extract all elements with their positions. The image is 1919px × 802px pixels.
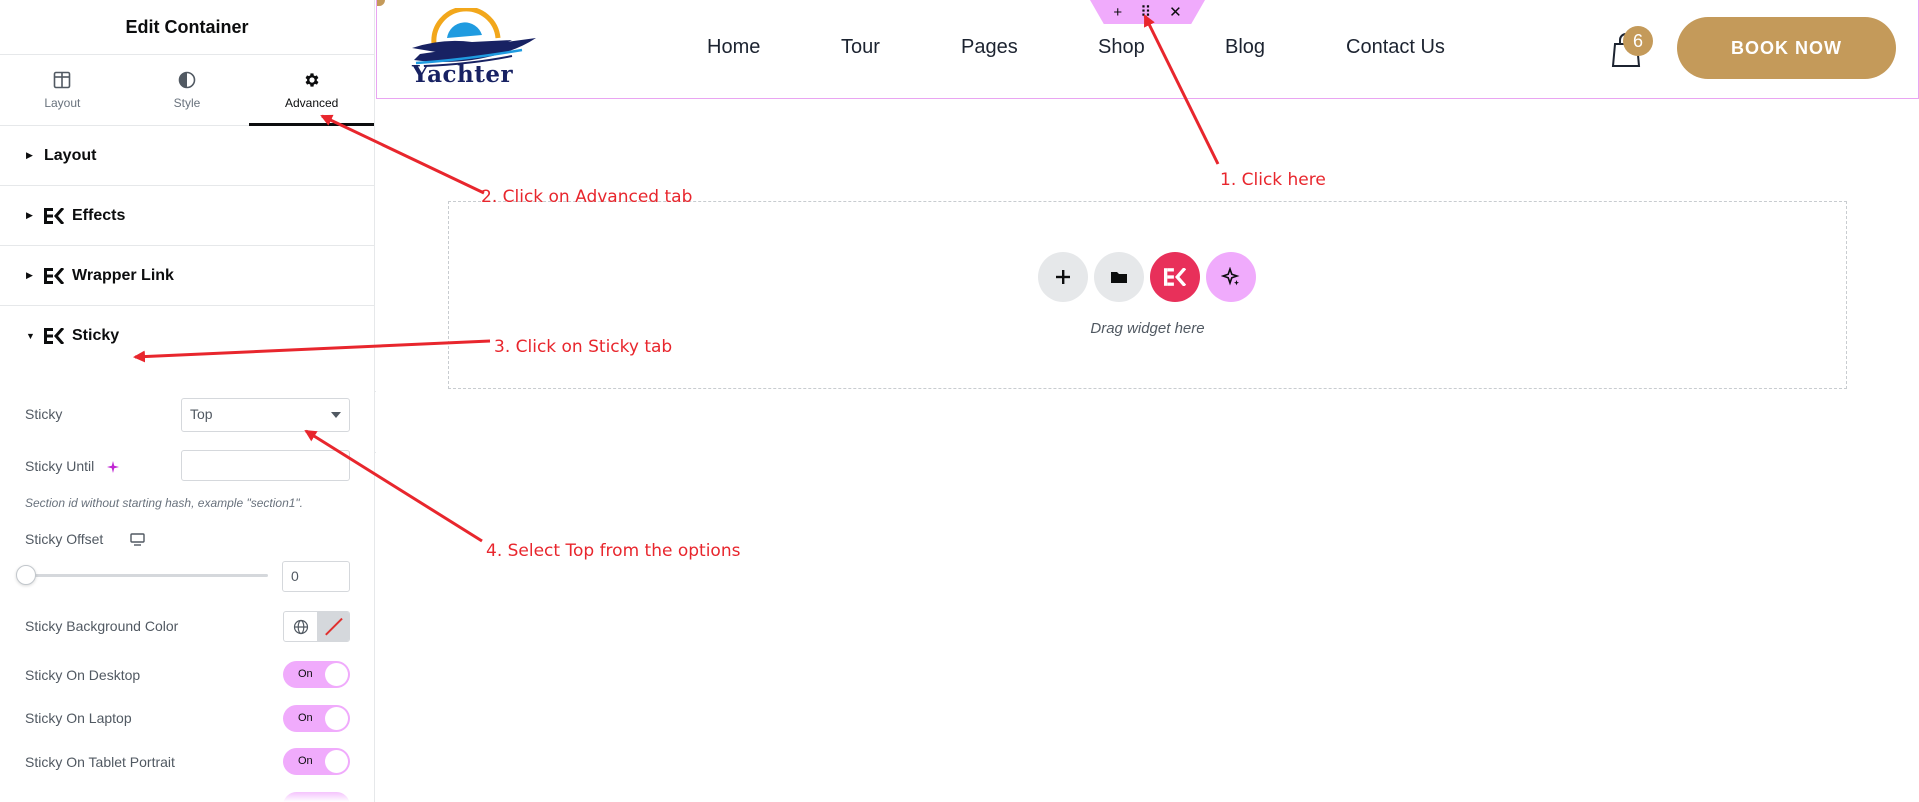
toggle-knob [325, 663, 348, 686]
sticky-until-hint: Section id without starting hash, exampl… [25, 496, 304, 510]
toggle-knob [325, 750, 348, 773]
section-sticky[interactable]: ▼ Sticky [0, 306, 374, 366]
annotation-step-4: 4. Select Top from the options [486, 541, 741, 561]
nav-shop[interactable]: Shop [1098, 36, 1145, 59]
sticky-bg-color-picker[interactable] [283, 611, 350, 642]
elementor-pro-icon [44, 328, 64, 344]
chevron-down-icon [331, 412, 341, 418]
elementor-pro-icon [44, 207, 64, 224]
sticky-until-input[interactable] [181, 450, 350, 481]
container-toolbar: + ⠿ ✕ [1090, 0, 1205, 24]
sticky-bg-color-label: Sticky Background Color [25, 618, 179, 634]
logo-text: Yachter [412, 61, 514, 88]
annotation-step-3: 3. Click on Sticky tab [494, 337, 673, 357]
half-circle-icon [177, 70, 197, 90]
site-header-container[interactable]: Yachter Home Tour Pages Shop Blog Contac… [376, 0, 1919, 99]
nav-blog[interactable]: Blog [1225, 36, 1265, 59]
section-label: Effects [72, 206, 126, 224]
sticky-laptop-toggle[interactable]: On [283, 705, 350, 732]
caret-right-icon: ▶ [26, 150, 33, 160]
toggle-state: On [298, 668, 313, 680]
offset-slider-handle[interactable] [16, 565, 36, 585]
plus-icon [1056, 270, 1070, 284]
tab-style[interactable]: Style [125, 55, 250, 125]
sticky-until-label: Sticky Until [25, 458, 95, 474]
panel-header: Edit Container [0, 0, 374, 55]
toggle-label-laptop: Sticky On Laptop [25, 710, 132, 726]
cart-count-badge: 6 [1623, 26, 1653, 56]
toggle-label-tablet-portrait: Sticky On Tablet Portrait [25, 754, 175, 770]
sticky-tablet-portrait-toggle[interactable]: On [283, 748, 350, 775]
annotation-step-2: 2. Click on Advanced tab [481, 187, 693, 207]
color-swatch-none[interactable] [317, 612, 349, 641]
toggle-label-desktop: Sticky On Desktop [25, 667, 141, 683]
offset-input[interactable]: 0 [282, 561, 350, 592]
tab-label: Layout [44, 96, 81, 110]
add-new-container-button[interactable] [1038, 252, 1088, 302]
elementor-pro-icon [1164, 268, 1186, 286]
nav-tour[interactable]: Tour [841, 36, 880, 59]
book-now-button[interactable]: BOOK NOW [1677, 17, 1896, 79]
section-label: Layout [44, 146, 97, 164]
annotation-step-1: 1. Click here [1220, 170, 1326, 190]
ai-generate-button[interactable] [1206, 252, 1256, 302]
caret-right-icon: ▶ [26, 270, 33, 280]
toggle-state: On [298, 755, 313, 767]
nav-pages[interactable]: Pages [961, 36, 1018, 59]
nav-contact-us[interactable]: Contact Us [1346, 36, 1445, 59]
panel-title: Edit Container [125, 16, 249, 37]
section-label: Wrapper Link [72, 266, 174, 284]
sticky-select-value: Top [190, 406, 213, 422]
gear-icon [302, 70, 322, 90]
empty-container-dropzone[interactable] [448, 201, 1847, 389]
section-effects[interactable]: ▶ Effects [0, 186, 374, 246]
tab-layout[interactable]: Layout [0, 55, 125, 125]
caret-down-icon: ▼ [26, 331, 35, 341]
folder-icon [1111, 272, 1127, 283]
section-layout[interactable]: ▶ Layout [0, 126, 374, 186]
sticky-desktop-toggle[interactable]: On [283, 661, 350, 688]
tab-label: Style [173, 96, 201, 110]
elementor-pro-icon [44, 267, 64, 284]
desktop-icon[interactable] [130, 533, 145, 546]
globe-icon[interactable] [284, 612, 317, 641]
toggle-state: On [298, 712, 313, 724]
tab-label: Advanced [284, 96, 339, 110]
section-label: Sticky [72, 327, 120, 344]
elementor-kit-button[interactable] [1150, 252, 1200, 302]
editor-panel: Edit Container Layout Style Advanced ▶ L… [0, 0, 375, 802]
section-wrapper-link[interactable]: ▶ Wrapper Link [0, 246, 374, 306]
preview-canvas: Yachter Home Tour Pages Shop Blog Contac… [376, 0, 1919, 802]
ai-sparkle-icon [1221, 267, 1240, 286]
caret-right-icon: ▶ [26, 210, 33, 220]
sticky-offset-label: Sticky Offset [25, 531, 104, 547]
sticky-label: Sticky [25, 406, 63, 422]
offset-slider-track[interactable] [25, 574, 268, 577]
tab-advanced[interactable]: Advanced [249, 55, 374, 126]
nav-home[interactable]: Home [707, 36, 760, 59]
add-template-button[interactable] [1094, 252, 1144, 302]
ai-sparkle-icon[interactable] [106, 460, 120, 474]
toggle-knob [325, 707, 348, 730]
offset-value: 0 [291, 568, 299, 584]
panel-scroll-fade [0, 788, 374, 802]
container-handle[interactable] [377, 0, 385, 6]
add-container-button[interactable]: + [1113, 4, 1122, 21]
layout-columns-icon [52, 70, 72, 90]
drag-handle-icon[interactable]: ⠿ [1140, 3, 1151, 21]
dropzone-hint: Drag widget here [1090, 320, 1205, 337]
panel-tabs: Layout Style Advanced [0, 55, 374, 126]
sticky-select[interactable]: Top [181, 398, 350, 432]
delete-container-button[interactable]: ✕ [1169, 3, 1182, 21]
